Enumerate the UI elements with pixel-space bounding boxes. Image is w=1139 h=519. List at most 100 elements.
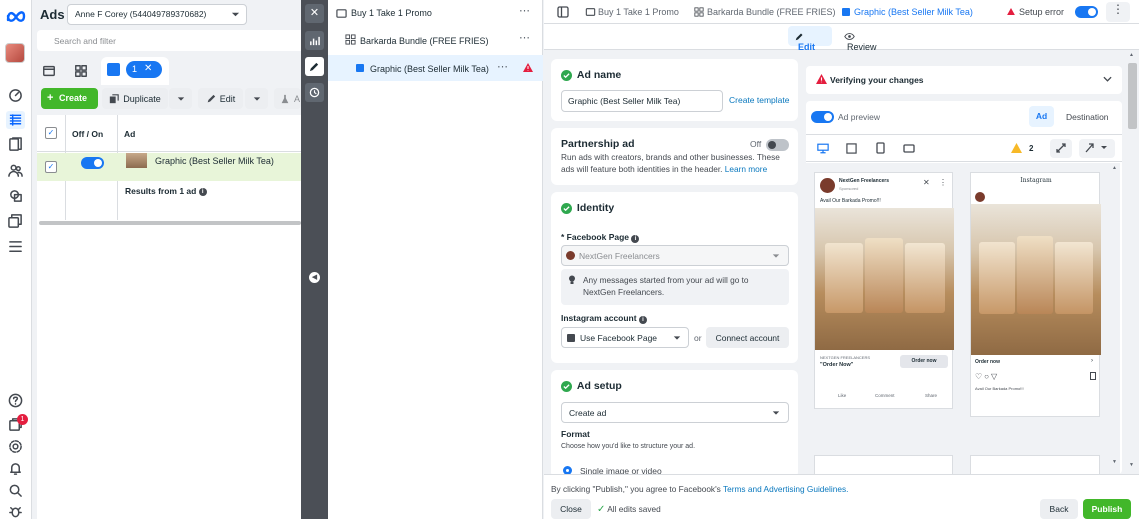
account-avatar[interactable] bbox=[5, 43, 25, 63]
header-more-button[interactable]: ⋮ bbox=[1106, 2, 1130, 22]
tab-ads[interactable]: 1 ✕ bbox=[101, 57, 169, 85]
feed-view-icon[interactable] bbox=[846, 143, 857, 154]
nav-catalog-icon[interactable] bbox=[8, 213, 23, 228]
breadcrumb-campaign[interactable]: Buy 1 Take 1 Promo bbox=[598, 7, 679, 17]
ad-square-icon bbox=[356, 64, 364, 72]
selected-count-chip[interactable]: 1 ✕ bbox=[126, 61, 162, 78]
nav-audiences-icon[interactable] bbox=[8, 163, 23, 178]
ad-name-input[interactable]: Graphic (Best Seller Milk Tea) bbox=[561, 90, 723, 112]
select-all-checkbox[interactable]: ✓ bbox=[45, 127, 57, 139]
tree-campaign-row[interactable]: Buy 1 Take 1 Promo ⋯ bbox=[328, 0, 543, 26]
facebook-page-label: * Facebook Page i bbox=[561, 232, 640, 243]
mobile-view-icon[interactable] bbox=[876, 142, 885, 154]
edit-dropdown[interactable] bbox=[245, 88, 268, 109]
scroll-thumb[interactable] bbox=[1128, 63, 1137, 129]
duplicate-button[interactable]: Duplicate bbox=[102, 88, 168, 109]
table-row[interactable]: ✓ Graphic (Best Seller Milk Tea) bbox=[37, 153, 301, 181]
complete-check-icon bbox=[561, 202, 572, 214]
collapse-arrow-icon[interactable]: ◀ bbox=[309, 272, 320, 283]
meta-logo-icon[interactable] bbox=[6, 9, 26, 23]
preview-column: Verifying your changes Ad preview Ad Des… bbox=[805, 51, 1139, 474]
back-button[interactable]: Back bbox=[1040, 499, 1078, 519]
page-title: Ads bbox=[40, 7, 65, 22]
duplicate-dropdown[interactable] bbox=[169, 88, 192, 109]
horizontal-scrollbar[interactable] bbox=[39, 221, 301, 225]
tab-campaigns[interactable] bbox=[39, 61, 61, 81]
more-options-icon[interactable]: ⋯ bbox=[519, 31, 530, 44]
tree-ad-row[interactable]: Graphic (Best Seller Milk Tea) ⋯ bbox=[328, 55, 543, 81]
edit-button[interactable]: Edit bbox=[198, 88, 243, 109]
tree-campaign-label: Buy 1 Take 1 Promo bbox=[351, 8, 432, 18]
scroll-down-arrow[interactable]: ▼ bbox=[1112, 459, 1117, 465]
more-options-icon[interactable]: ⋯ bbox=[519, 4, 530, 17]
publish-button[interactable]: Publish bbox=[1083, 499, 1131, 519]
ad-preview-label: Ad preview bbox=[838, 112, 881, 122]
ab-test-button[interactable]: A bbox=[274, 88, 301, 109]
col-header-toggle[interactable]: Off / On bbox=[72, 129, 103, 139]
history-icon[interactable] bbox=[305, 83, 324, 102]
adset-grid-icon bbox=[694, 7, 704, 17]
help-icon[interactable] bbox=[8, 393, 23, 408]
partnership-desc: Run ads with creators, brands and other … bbox=[561, 151, 793, 175]
sidebar-toggle-icon[interactable] bbox=[557, 6, 569, 18]
bug-report-icon[interactable] bbox=[8, 504, 23, 519]
close-editor-icon[interactable]: ✕ bbox=[305, 4, 324, 23]
setup-error-status[interactable]: Setup error bbox=[1019, 7, 1064, 17]
error-warning-icon bbox=[1007, 8, 1015, 15]
desktop-view-icon[interactable] bbox=[817, 143, 829, 154]
search-icon[interactable] bbox=[8, 483, 23, 498]
edit-mode-button[interactable]: Edit bbox=[788, 26, 832, 52]
learn-more-link[interactable]: Learn more bbox=[725, 164, 767, 174]
partnership-toggle[interactable] bbox=[766, 139, 789, 151]
search-input[interactable]: Search and filter bbox=[37, 30, 305, 51]
ig-logo: Instagram bbox=[1020, 177, 1052, 184]
fb-comment: Comment bbox=[875, 393, 895, 398]
review-mode-button[interactable]: Review bbox=[840, 26, 892, 52]
warning-count[interactable]: 2 bbox=[1029, 144, 1033, 153]
page-scrollbar[interactable]: ▲ ▼ bbox=[1126, 51, 1139, 474]
row-checkbox[interactable]: ✓ bbox=[45, 161, 57, 173]
nav-pages-icon[interactable] bbox=[8, 137, 23, 152]
scroll-down-arrow[interactable]: ▼ bbox=[1129, 462, 1134, 468]
banner-view-icon[interactable] bbox=[903, 144, 915, 153]
results-summary: Results from 1 ad i bbox=[125, 186, 207, 196]
create-button[interactable]: + Create bbox=[41, 88, 98, 109]
facebook-page-select[interactable]: NextGen Freelancers bbox=[561, 245, 789, 266]
tab-preview-ad[interactable]: Ad bbox=[1029, 106, 1054, 127]
more-options-icon[interactable]: ⋯ bbox=[497, 60, 508, 73]
ad-toggle[interactable] bbox=[81, 157, 104, 169]
terms-link[interactable]: Terms and Advertising Guidelines. bbox=[723, 484, 848, 494]
settings-icon[interactable] bbox=[8, 439, 23, 454]
close-button[interactable]: Close bbox=[551, 499, 591, 519]
tree-adset-row[interactable]: Barkarda Bundle (FREE FRIES) ⋯ bbox=[328, 27, 543, 53]
breadcrumb-adset[interactable]: Barkarda Bundle (FREE FRIES) bbox=[707, 7, 836, 17]
preview-scrollbar[interactable]: ▲ ▼ bbox=[1109, 163, 1120, 474]
edit-pencil-icon[interactable] bbox=[305, 57, 324, 76]
connect-account-button[interactable]: Connect account bbox=[706, 327, 789, 348]
ad-preview-toggle[interactable] bbox=[811, 111, 834, 123]
charts-icon[interactable] bbox=[305, 31, 324, 50]
verify-banner[interactable]: Verifying your changes bbox=[806, 66, 1122, 94]
tab-preview-destination[interactable]: Destination bbox=[1066, 112, 1109, 122]
account-selector[interactable]: Anne F Corey (544049789370682) bbox=[67, 4, 247, 25]
page-avatar bbox=[566, 251, 575, 260]
publish-toggle[interactable] bbox=[1075, 6, 1098, 18]
nav-campaigns-icon[interactable] bbox=[6, 111, 25, 129]
nav-overview-icon[interactable] bbox=[8, 88, 23, 103]
instagram-select[interactable]: Use Facebook Page bbox=[561, 327, 689, 348]
breadcrumb-ad[interactable]: Graphic (Best Seller Milk Tea) bbox=[854, 7, 973, 17]
scroll-up-arrow[interactable]: ▲ bbox=[1129, 52, 1134, 58]
alerts-bell-icon[interactable] bbox=[8, 461, 23, 476]
create-template-link[interactable]: Create template bbox=[729, 95, 789, 105]
nav-menu-icon[interactable] bbox=[8, 239, 23, 254]
row-ad-name[interactable]: Graphic (Best Seller Milk Tea) bbox=[155, 156, 274, 166]
expand-icon[interactable] bbox=[1050, 139, 1072, 158]
create-ad-select[interactable]: Create ad bbox=[561, 402, 789, 423]
col-header-ad[interactable]: Ad bbox=[124, 129, 135, 139]
tab-adsets[interactable] bbox=[71, 61, 93, 81]
scroll-up-arrow[interactable]: ▲ bbox=[1112, 165, 1117, 171]
share-preview-button[interactable] bbox=[1079, 139, 1115, 158]
nav-assets-icon[interactable] bbox=[8, 188, 23, 203]
clear-selection-icon[interactable]: ✕ bbox=[144, 63, 152, 74]
check-icon: ✓ bbox=[597, 504, 606, 515]
